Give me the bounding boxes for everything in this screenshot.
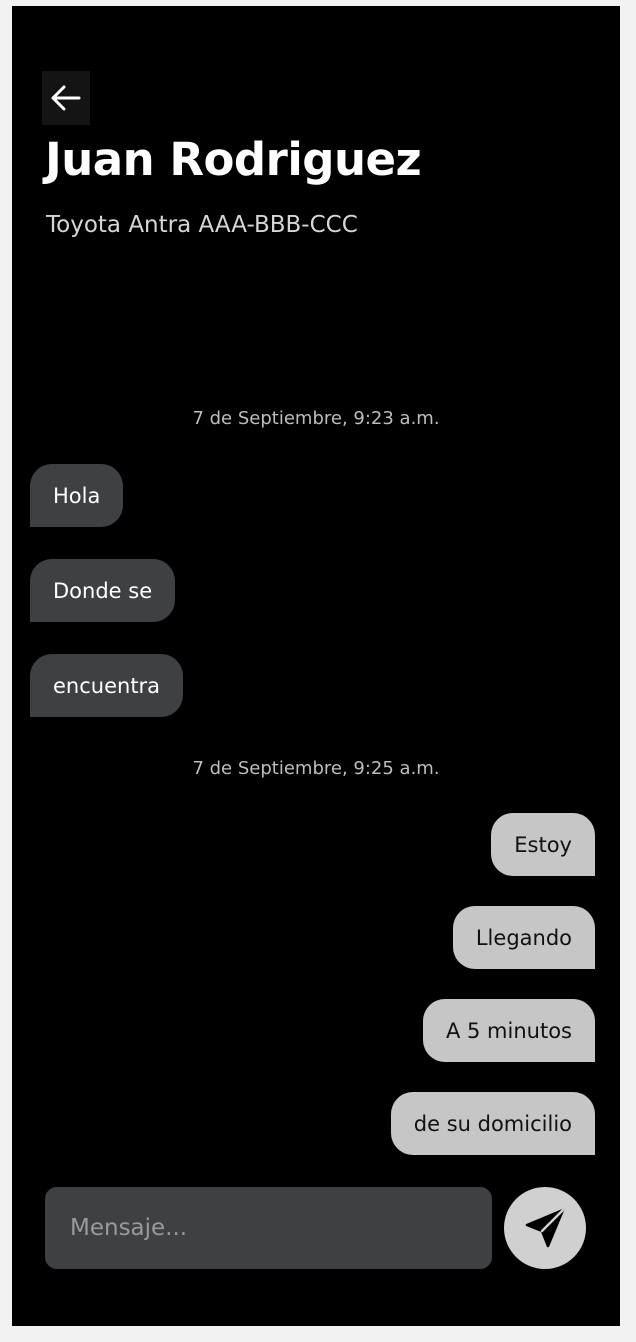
contact-name: Juan Rodriguez xyxy=(45,133,422,186)
back-button[interactable] xyxy=(42,71,90,125)
message-timestamp: 7 de Septiembre, 9:25 a.m. xyxy=(192,758,440,779)
message-timestamp: 7 de Septiembre, 9:23 a.m. xyxy=(192,408,440,429)
incoming-message-bubble: Hola xyxy=(30,464,124,527)
arrow-left-icon xyxy=(51,85,81,111)
outgoing-message-bubble: Estoy xyxy=(491,813,595,876)
outgoing-message-bubble: Llegando xyxy=(452,906,595,969)
vehicle-info: Toyota Antra AAA-BBB-CCC xyxy=(46,212,358,238)
chat-screen: Juan Rodriguez Toyota Antra AAA-BBB-CCC … xyxy=(12,6,620,1326)
send-button[interactable] xyxy=(504,1187,586,1269)
outgoing-message-bubble: A 5 minutos xyxy=(422,999,595,1062)
paper-plane-send-icon xyxy=(525,1208,565,1248)
message-input[interactable] xyxy=(45,1187,492,1269)
incoming-message-bubble: Donde se xyxy=(30,559,176,622)
incoming-message-bubble: encuentra xyxy=(30,654,184,717)
outgoing-message-bubble: de su domicilio xyxy=(390,1092,595,1155)
